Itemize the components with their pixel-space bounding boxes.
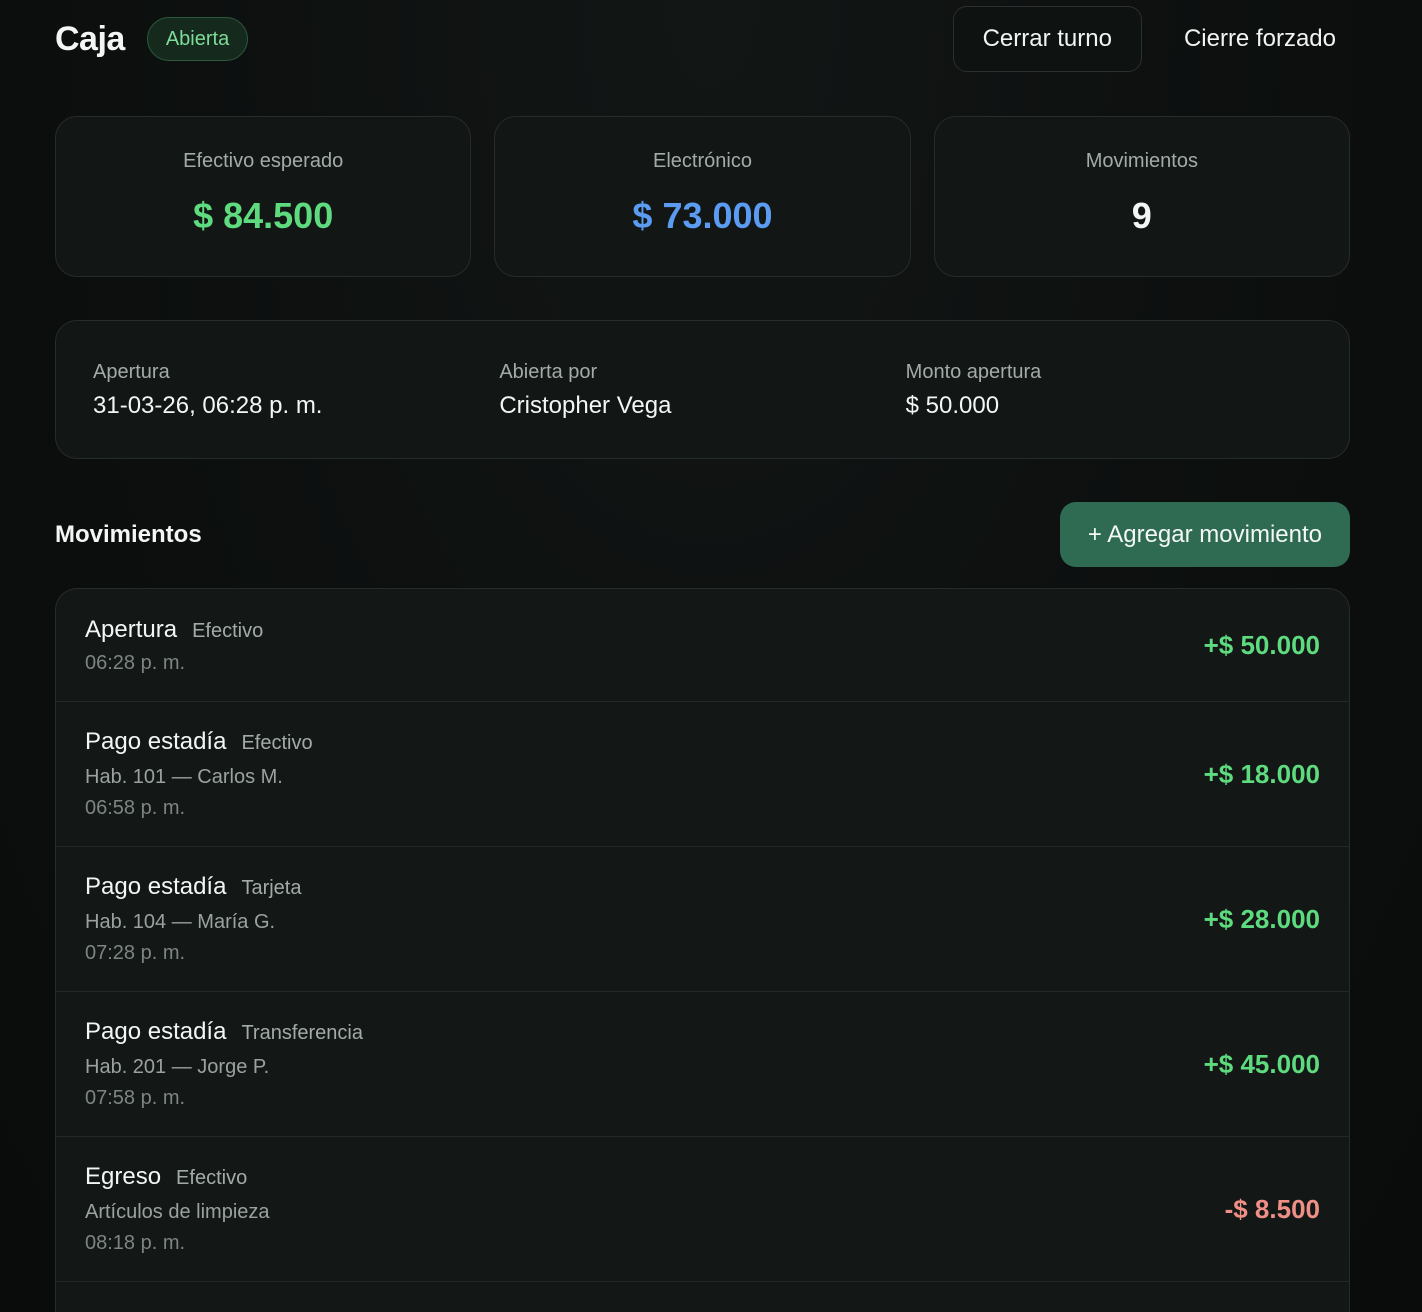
opening-info: Apertura 31-03-26, 06:28 p. m. [93, 321, 499, 458]
list-item[interactable]: Pago estadía Transferencia Hab. 201 — Jo… [56, 992, 1349, 1137]
page-header: Caja Abierta Cerrar turno Cierre forzado [55, 6, 1350, 72]
stat-card-movements: Movimientos 9 [933, 116, 1350, 277]
movement-time: 07:58 p. m. [85, 1087, 186, 1109]
movement-method: Efectivo [241, 732, 313, 754]
movement-heading: Pago estadía Efectivo [85, 728, 1204, 756]
movement-info: Apertura Efectivo 06:28 p. m. [85, 616, 1204, 675]
stat-card-expected-cash: Efectivo esperado $ 84.500 [55, 116, 472, 277]
movement-heading: Apertura Efectivo [85, 616, 1204, 644]
force-close-button[interactable]: Cierre forzado [1156, 6, 1350, 72]
stat-card-electronic: Electrónico $ 73.000 [494, 116, 911, 277]
stat-label: Movimientos [1085, 150, 1198, 172]
header-actions: Cerrar turno Cierre forzado [952, 6, 1350, 72]
movement-title: Pago estadía [85, 728, 227, 755]
opening-amount-info: Monto apertura $ 50.000 [906, 321, 1312, 458]
movement-info: Pago estadía Transferencia Hab. 201 — Jo… [85, 1018, 1204, 1110]
opening-value: 31-03-26, 06:28 p. m. [93, 392, 323, 419]
movements-section-header: Movimientos + Agregar movimiento [55, 502, 1350, 567]
stat-value: $ 84.500 [193, 195, 334, 236]
list-item[interactable]: Apertura Efectivo 06:28 p. m. +$ 50.000 [56, 589, 1349, 702]
movement-info: Egreso Efectivo Artículos de limpieza 08… [85, 1163, 1225, 1255]
movement-detail: Hab. 201 — Jorge P. [85, 1056, 270, 1078]
status-badge: Abierta [146, 17, 249, 61]
movement-title: Apertura [85, 615, 178, 643]
movement-detail: Hab. 101 — Carlos M. [85, 766, 283, 788]
list-item[interactable] [56, 1282, 1349, 1312]
opening-amount-value: $ 50.000 [905, 392, 1000, 419]
movement-time: 08:18 p. m. [85, 1232, 186, 1254]
movement-method: Tarjeta [241, 877, 302, 899]
movement-title: Egreso [85, 1163, 162, 1190]
movement-method: Transferencia [241, 1022, 363, 1044]
movement-detail: Hab. 104 — María G. [85, 911, 276, 933]
stat-label: Electrónico [653, 150, 752, 172]
movement-time: 06:28 p. m. [85, 651, 186, 674]
opened-by-info: Abierta por Cristopher Vega [499, 321, 905, 458]
opening-amount-label: Monto apertura [905, 361, 1042, 383]
movement-heading: Pago estadía Transferencia [85, 1018, 1204, 1046]
movement-info: Pago estadía Tarjeta Hab. 104 — María G.… [85, 873, 1204, 965]
movement-detail: Artículos de limpieza [85, 1201, 270, 1223]
page-title: Caja [55, 19, 125, 58]
movements-list: Apertura Efectivo 06:28 p. m. +$ 50.000 … [55, 588, 1350, 1312]
movement-time: 07:28 p. m. [85, 942, 186, 964]
opened-by-value: Cristopher Vega [499, 392, 672, 419]
movement-method: Efectivo [192, 619, 264, 642]
opened-by-label: Abierta por [499, 361, 598, 383]
stats-row: Efectivo esperado $ 84.500 Electrónico $… [55, 116, 1350, 277]
movement-method: Efectivo [176, 1167, 248, 1189]
movement-title: Pago estadía [85, 1018, 227, 1045]
stat-label: Efectivo esperado [183, 150, 344, 172]
movement-amount: +$ 45.000 [1203, 1048, 1320, 1079]
list-item[interactable]: Egreso Efectivo Artículos de limpieza 08… [56, 1137, 1349, 1282]
add-movement-button[interactable]: + Agregar movimiento [1059, 502, 1350, 567]
shift-info-card: Apertura 31-03-26, 06:28 p. m. Abierta p… [55, 320, 1350, 459]
list-item[interactable]: Pago estadía Tarjeta Hab. 104 — María G.… [56, 847, 1349, 992]
movement-heading: Pago estadía Tarjeta [85, 873, 1204, 901]
movement-amount: +$ 50.000 [1203, 629, 1320, 660]
movement-time: 06:58 p. m. [85, 797, 186, 819]
movement-heading: Egreso Efectivo [85, 1163, 1225, 1191]
movements-title: Movimientos [55, 520, 202, 548]
movement-title: Pago estadía [85, 873, 227, 900]
movement-info: Pago estadía Efectivo Hab. 101 — Carlos … [85, 728, 1204, 820]
stat-value: 9 [1131, 195, 1152, 236]
movement-amount: +$ 18.000 [1203, 758, 1320, 789]
stat-value: $ 73.000 [632, 195, 773, 236]
movement-amount: -$ 8.500 [1224, 1193, 1320, 1224]
opening-label: Apertura [93, 361, 170, 383]
movement-amount: +$ 28.000 [1203, 903, 1320, 934]
close-shift-button[interactable]: Cerrar turno [952, 6, 1142, 72]
list-item[interactable]: Pago estadía Efectivo Hab. 101 — Carlos … [56, 702, 1349, 847]
cash-register-page: Caja Abierta Cerrar turno Cierre forzado… [0, 0, 1422, 1312]
